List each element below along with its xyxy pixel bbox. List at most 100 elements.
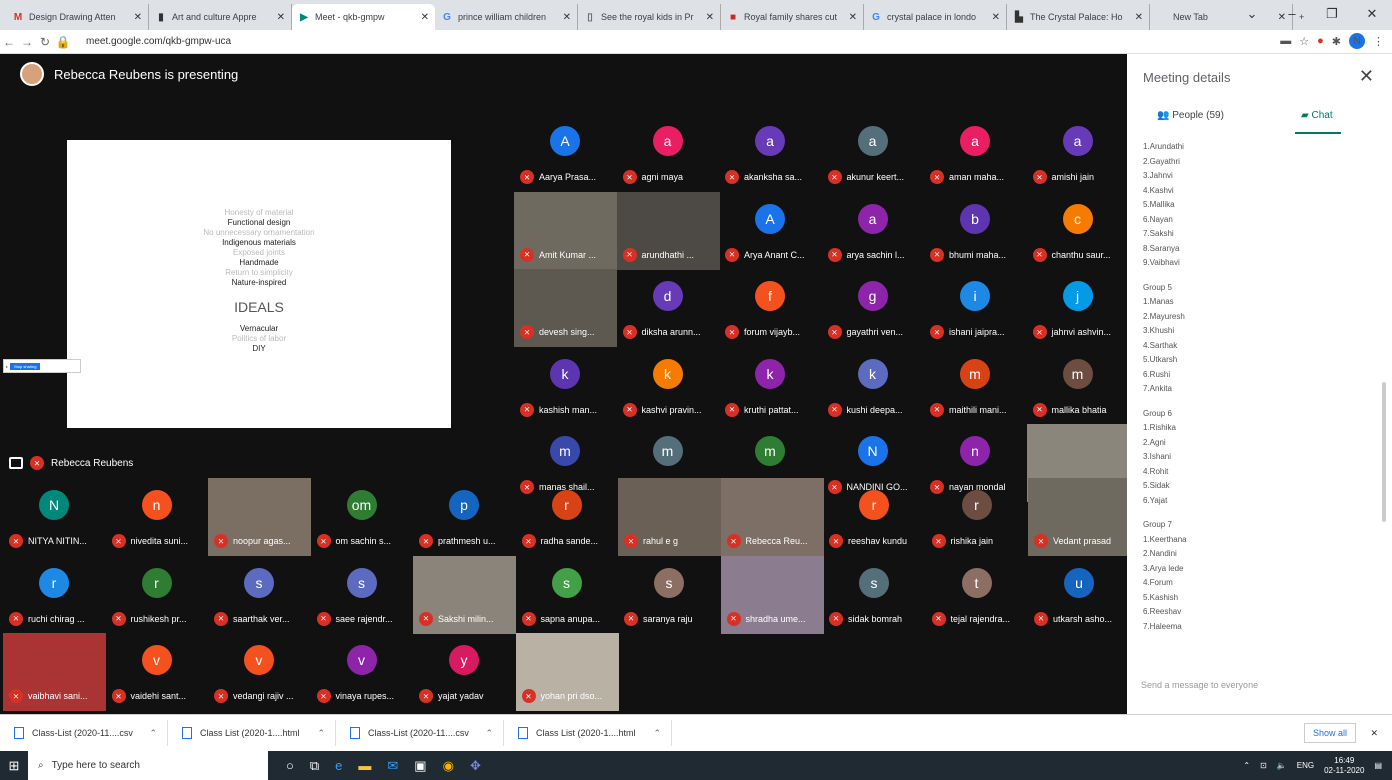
tab-close-icon[interactable]: ✕ <box>849 12 857 23</box>
bookmark-star-icon[interactable]: ☆ <box>1299 35 1309 48</box>
minimize-button[interactable]: – <box>1272 2 1312 26</box>
opera-extension-icon[interactable]: ● <box>1317 35 1324 47</box>
participant-tile[interactable]: k ⨯ kruthi pattat... <box>719 347 822 425</box>
participant-video-tile[interactable]: ⨯ vaibhavi sani... <box>3 633 106 711</box>
tab-close-icon[interactable]: ✕ <box>1135 12 1143 23</box>
tab-close-icon[interactable]: ✕ <box>992 12 1000 23</box>
cortana-icon[interactable]: ○ <box>286 758 294 774</box>
chevron-up-icon[interactable]: ⌃ <box>653 728 661 739</box>
task-view-icon[interactable]: ⧉ <box>310 758 319 774</box>
participant-tile[interactable]: g ⨯ gayathri ven... <box>822 269 925 347</box>
participant-tile[interactable]: r ⨯ ruchi chirag ... <box>3 556 106 634</box>
participant-tile[interactable]: A ⨯ Arya Anant C... <box>719 192 822 270</box>
participant-tile[interactable]: s ⨯ saranya raju <box>618 556 721 634</box>
participant-tile[interactable]: f ⨯ forum vijayb... <box>719 269 822 347</box>
back-icon[interactable]: ← <box>0 35 18 49</box>
tab-close-icon[interactable]: ✕ <box>421 12 429 23</box>
menu-kebab-icon[interactable]: ⋮ <box>1373 35 1384 48</box>
tab-1[interactable]: ▮ Art and culture Appre ✕ <box>149 4 292 30</box>
notifications-icon[interactable]: ▤ <box>1374 761 1382 770</box>
participant-video-tile[interactable]: ⨯ yohan pri dso... <box>515 633 619 711</box>
tab-7[interactable]: ▙ The Crystal Palace: Ho ✕ <box>1007 4 1150 30</box>
participant-tile[interactable]: v ⨯ vedangi rajiv ... <box>208 633 311 711</box>
taskbar-search[interactable]: ⌕ Type here to search <box>28 751 268 780</box>
download-item[interactable]: Class-List (2020-11....csv ⌃ <box>0 720 168 746</box>
participant-tile[interactable]: a ⨯ akanksha sa... <box>719 114 822 192</box>
participant-video-tile[interactable]: ⨯ Rebecca Reu... <box>720 478 824 556</box>
participant-tile[interactable]: r ⨯ rushikesh pr... <box>106 556 209 634</box>
participant-tile[interactable]: t ⨯ tejal rajendra... <box>926 556 1029 634</box>
participant-video-tile[interactable]: ⨯ Amit Kumar ... <box>514 191 617 270</box>
clock[interactable]: 16:49 02-11-2020 <box>1324 756 1364 776</box>
chat-scrollbar[interactable] <box>1382 382 1386 522</box>
participant-tile[interactable]: s ⨯ sidak bomrah <box>823 556 926 634</box>
tab-list-down-icon[interactable]: ⌄ <box>1232 2 1272 26</box>
participant-tile[interactable]: s ⨯ saarthak ver... <box>208 556 311 634</box>
tab-close-icon[interactable]: ✕ <box>277 12 285 23</box>
chevron-up-icon[interactable]: ⌃ <box>317 728 325 739</box>
close-window-button[interactable]: ✕ <box>1352 2 1392 26</box>
tab-4[interactable]: ▯ See the royal kids in Pr ✕ <box>578 4 721 30</box>
download-item[interactable]: Class List (2020-1....html ⌃ <box>168 720 336 746</box>
tab-close-icon[interactable]: ✕ <box>563 12 571 23</box>
download-item[interactable]: Class-List (2020-11....csv ⌃ <box>336 720 504 746</box>
participant-tile[interactable]: N ⨯ NITYA NITIN... <box>3 478 106 556</box>
participant-tile[interactable]: i ⨯ ishani jaipra... <box>924 269 1027 347</box>
participant-tile[interactable]: r ⨯ radha sande... <box>516 478 619 556</box>
participant-tile[interactable]: u ⨯ utkarsh asho... <box>1028 556 1131 634</box>
participant-tile[interactable]: v ⨯ vaidehi sant... <box>106 633 209 711</box>
participant-video-tile[interactable]: ⨯ arundhathi ... <box>616 191 720 270</box>
participant-tile[interactable]: m ⨯ maithili mani... <box>924 347 1027 425</box>
participant-tile[interactable]: k ⨯ kushi deepa... <box>822 347 925 425</box>
participant-tile[interactable]: b ⨯ bhumi maha... <box>924 192 1027 270</box>
participant-tile[interactable]: r ⨯ rishika jain <box>926 478 1029 556</box>
participant-tile[interactable]: v ⨯ vinaya rupes... <box>311 633 414 711</box>
tab-close-icon[interactable]: ✕ <box>134 12 142 23</box>
teams-icon[interactable]: ✥ <box>470 758 481 774</box>
close-panel-icon[interactable]: ✕ <box>1359 66 1374 87</box>
participant-tile[interactable]: p ⨯ prathmesh u... <box>413 478 516 556</box>
tab-people[interactable]: 👥 People (59) <box>1157 110 1224 121</box>
participant-video-tile[interactable]: ⨯ devesh sing... <box>514 269 617 347</box>
participant-video-tile[interactable]: ⨯ Sakshi milin... <box>413 555 516 634</box>
participant-tile[interactable]: a ⨯ agni maya <box>617 114 720 192</box>
tab-chat[interactable]: ▰ Chat <box>1301 110 1333 121</box>
participant-tile[interactable]: s ⨯ sapna anupa... <box>516 556 619 634</box>
maximize-button[interactable]: ❐ <box>1312 2 1352 26</box>
participant-tile[interactable]: a ⨯ akunur keert... <box>822 114 925 192</box>
tab-close-icon[interactable]: ✕ <box>706 12 714 23</box>
chrome-icon[interactable]: ◉ <box>443 758 454 774</box>
tab-3[interactable]: Gprince william children ✕ <box>435 4 578 30</box>
edge-icon[interactable]: e <box>335 758 342 774</box>
volume-icon[interactable]: 🔈 <box>1277 761 1287 770</box>
participant-tile[interactable]: om ⨯ om sachin s... <box>311 478 414 556</box>
camera-icon[interactable]: ▬ <box>1280 35 1291 47</box>
language-indicator[interactable]: ENG <box>1297 761 1314 770</box>
participant-tile[interactable]: a ⨯ amishi jain <box>1027 114 1130 192</box>
participant-tile[interactable]: d ⨯ diksha arunn... <box>617 269 720 347</box>
stop-sharing-button[interactable]: Stop sharing <box>10 362 41 370</box>
participant-tile[interactable]: m ⨯ mallika bhatia <box>1027 347 1130 425</box>
extensions-puzzle-icon[interactable]: ✱ <box>1332 35 1341 48</box>
participant-video-tile[interactable]: ⨯ shradha ume... <box>720 555 824 634</box>
store-icon[interactable]: ▣ <box>414 758 426 774</box>
chevron-up-icon[interactable]: ⌃ <box>485 728 493 739</box>
participant-tile[interactable]: c ⨯ chanthu saur... <box>1027 192 1130 270</box>
participant-tile[interactable]: k ⨯ kashvi pravin... <box>617 347 720 425</box>
forward-icon[interactable]: → <box>18 35 36 49</box>
chat-input[interactable]: Send a message to everyone <box>1141 680 1258 690</box>
participant-video-tile[interactable]: ⨯ noopur agas... <box>208 478 311 556</box>
tab-5[interactable]: ■ Royal family shares cut ✕ <box>721 4 864 30</box>
mail-icon[interactable]: ✉ <box>387 758 398 774</box>
participant-tile[interactable]: A ⨯ Aarya Prasa... <box>514 114 617 192</box>
network-icon[interactable]: ⊡ <box>1260 761 1267 770</box>
participant-tile[interactable]: j ⨯ jahnvi ashvin... <box>1027 269 1130 347</box>
participant-video-tile[interactable]: ⨯ rahul e g <box>618 478 721 556</box>
tab-6[interactable]: Gcrystal palace in londo ✕ <box>864 4 1007 30</box>
show-all-button[interactable]: Show all <box>1303 723 1356 743</box>
participant-tile[interactable]: s ⨯ saee rajendr... <box>311 556 414 634</box>
windows-start-icon[interactable]: ⊞ <box>0 758 28 774</box>
participant-video-tile[interactable]: ⨯ Vedant prasad <box>1028 478 1131 556</box>
participant-tile[interactable]: a ⨯ arya sachin l... <box>822 192 925 270</box>
close-downloads-icon[interactable]: ✕ <box>1370 728 1378 739</box>
